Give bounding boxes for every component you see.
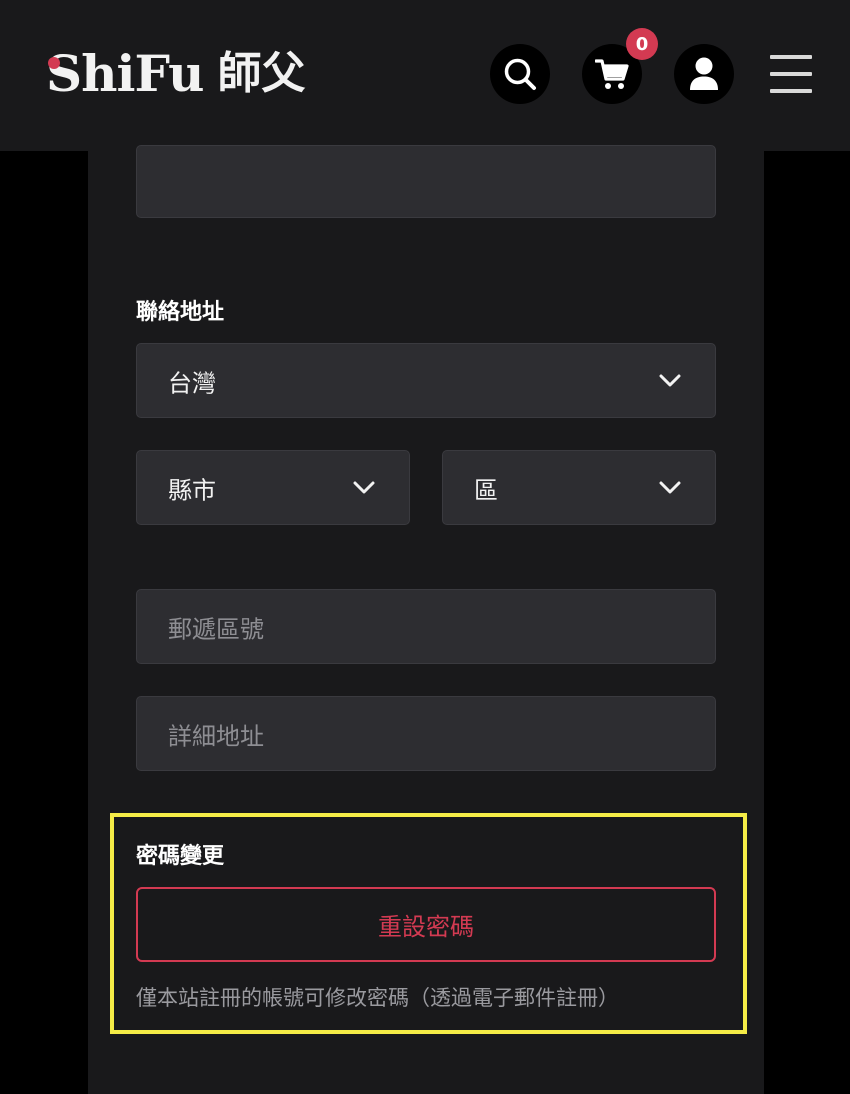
- district-select[interactable]: 區: [442, 450, 716, 525]
- previous-input-field[interactable]: [136, 145, 716, 218]
- user-icon: [690, 57, 718, 90]
- hamburger-menu-icon: [770, 55, 812, 59]
- reset-password-button[interactable]: 重設密碼: [136, 887, 716, 962]
- password-note: 僅本站註冊的帳號可修改密碼（透過電子郵件註冊）: [136, 986, 619, 1010]
- chevron-down-icon: [659, 374, 681, 386]
- search-icon: [504, 58, 536, 90]
- detailed-address-input[interactable]: 詳細地址: [136, 696, 716, 771]
- logo[interactable]: ShiFu 師父: [46, 44, 305, 104]
- postal-code-placeholder: 郵遞區號: [168, 615, 264, 643]
- hamburger-menu-button[interactable]: [768, 53, 814, 95]
- chevron-down-icon: [353, 481, 375, 493]
- hamburger-line: [770, 89, 812, 93]
- detailed-address-placeholder: 詳細地址: [168, 722, 264, 750]
- site-header: ShiFu 師父 0: [0, 0, 850, 151]
- city-select[interactable]: 縣市: [136, 450, 410, 525]
- city-select-value: 縣市: [168, 476, 216, 504]
- search-button[interactable]: [490, 44, 550, 104]
- logo-accent-dot: [48, 57, 60, 69]
- password-section-label: 密碼變更: [136, 844, 225, 869]
- country-select[interactable]: 台灣: [136, 343, 716, 418]
- hamburger-line: [770, 72, 812, 76]
- logo-cjk-text: 師父: [217, 48, 306, 99]
- cart-count-badge: 0: [626, 28, 658, 60]
- chevron-down-icon: [659, 481, 681, 493]
- logo-latin-text: ShiFu: [46, 44, 204, 103]
- country-select-value: 台灣: [168, 369, 216, 397]
- address-label: 聯絡地址: [136, 300, 225, 325]
- cart-icon: [595, 59, 629, 89]
- account-button[interactable]: [674, 44, 734, 104]
- district-select-value: 區: [474, 476, 498, 504]
- postal-code-input[interactable]: 郵遞區號: [136, 589, 716, 664]
